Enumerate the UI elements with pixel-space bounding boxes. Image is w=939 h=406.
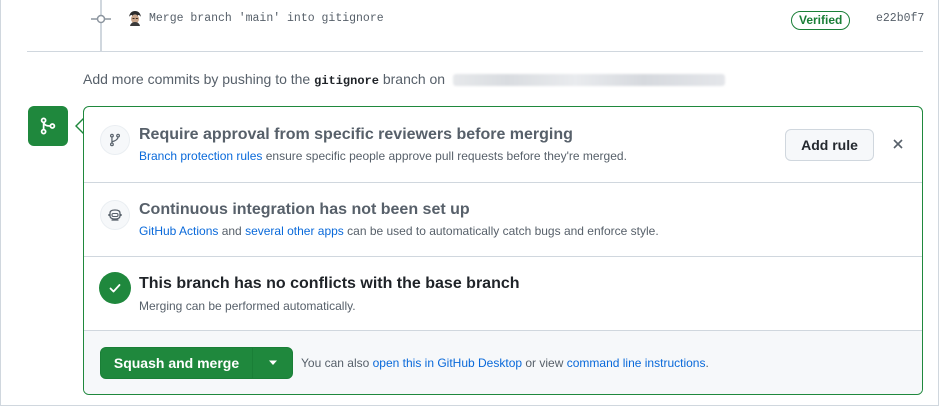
git-commit-icon: [91, 11, 111, 27]
merge-footer: Squash and merge You can also open this …: [84, 331, 922, 394]
github-actions-link[interactable]: GitHub Actions: [139, 224, 218, 238]
ci-desc-mid: and: [218, 224, 246, 238]
check-icon: [99, 272, 131, 304]
ci-section: Continuous integration has not been set …: [84, 183, 922, 257]
push-hint-prefix: Add more commits by pushing to the: [83, 71, 311, 87]
branch-name: gitignore: [314, 74, 379, 88]
redacted-repo-link[interactable]: [453, 74, 725, 87]
footer-text-1: You can also: [301, 356, 373, 370]
ci-desc-text: can be used to automatically catch bugs …: [343, 224, 659, 238]
other-apps-link[interactable]: several other apps: [245, 224, 344, 238]
footer-text-2: or view: [522, 356, 567, 370]
footer-text-3: .: [705, 356, 709, 370]
conflicts-section: This branch has no conflicts with the ba…: [84, 257, 922, 331]
ci-desc: GitHub Actions and several other apps ca…: [139, 224, 659, 238]
add-rule-button[interactable]: Add rule: [785, 129, 874, 161]
commit-message[interactable]: Merge branch 'main' into gitignore: [149, 12, 384, 25]
avatar[interactable]: [127, 10, 143, 26]
git-branch-icon: [100, 125, 130, 155]
push-hint-suffix: branch on: [382, 71, 446, 87]
ci-title: Continuous integration has not been set …: [139, 201, 470, 218]
conflicts-desc: Merging can be performed automatically.: [139, 299, 356, 313]
reviewers-desc: Branch protection rules ensure specific …: [139, 149, 627, 163]
push-hint: Add more commits by pushing to the gitig…: [83, 71, 725, 88]
command-line-instructions-link[interactable]: command line instructions: [567, 356, 706, 370]
squash-and-merge-button[interactable]: Squash and merge: [101, 348, 253, 378]
merge-box: Require approval from specific reviewers…: [83, 106, 923, 395]
git-merge-icon: [28, 106, 68, 146]
branch-protection-link[interactable]: Branch protection rules: [139, 149, 262, 163]
reviewers-title: Require approval from specific reviewers…: [139, 126, 573, 143]
commit-sha[interactable]: e22b0f7: [876, 12, 924, 25]
squash-merge-button-group: Squash and merge: [100, 347, 293, 379]
triangle-down-icon[interactable]: [253, 348, 292, 378]
verified-badge[interactable]: Verified: [791, 11, 851, 30]
reviewers-desc-text: ensure specific people approve pull requ…: [262, 149, 627, 163]
close-icon[interactable]: [890, 136, 906, 152]
ci-robot-icon: [100, 200, 130, 230]
footer-text: You can also open this in GitHub Desktop…: [301, 356, 709, 370]
reviewers-section: Require approval from specific reviewers…: [84, 107, 922, 183]
open-in-desktop-link[interactable]: open this in GitHub Desktop: [373, 356, 522, 370]
commit-row: Merge branch 'main' into gitignore Verif…: [27, 0, 924, 52]
conflicts-title: This branch has no conflicts with the ba…: [139, 275, 520, 292]
